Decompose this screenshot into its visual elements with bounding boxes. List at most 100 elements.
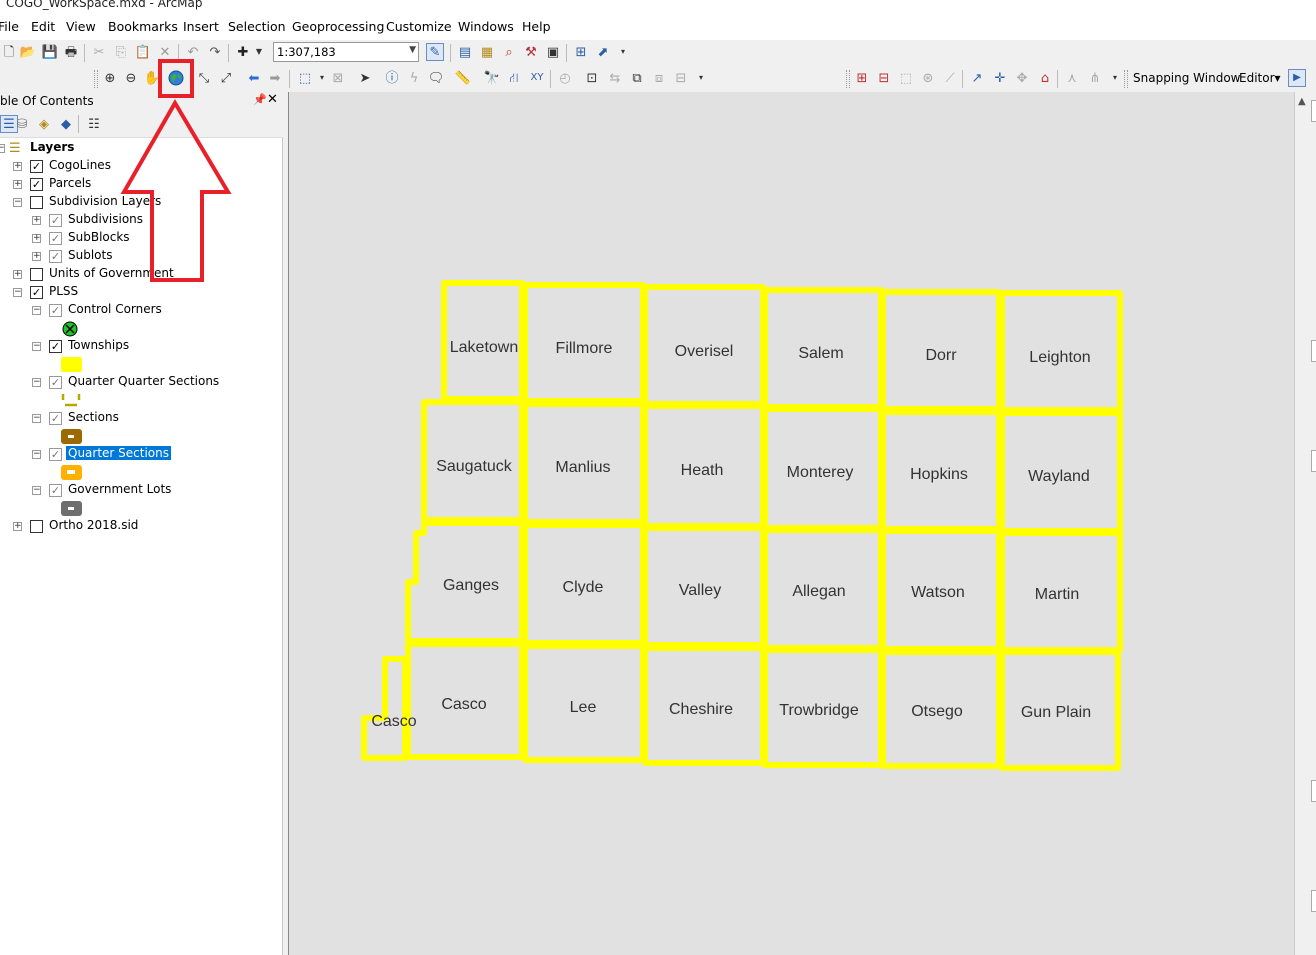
split-into-cogo-icon[interactable]: ⟋ [941,69,959,87]
menu-file[interactable]: File [0,19,19,34]
python-window-icon[interactable]: ▣ [544,43,562,61]
paste-icon[interactable]: 📋 [134,43,152,61]
toc-layer-row[interactable]: + Ortho 2018.sid [0,518,283,536]
edit-annotation-icon[interactable]: ⌂ [1036,69,1054,87]
layer-visibility-checkbox[interactable]: ✓ [49,304,62,317]
whats-this-icon[interactable]: ⬈ [594,43,612,61]
catalog-icon[interactable]: ▦ [478,43,496,61]
back-extent-icon[interactable]: ⬅ [245,69,263,87]
table-of-contents-icon[interactable]: ▤ [456,43,474,61]
select-features-icon[interactable]: ⬚ [296,69,314,87]
cut-icon[interactable]: ✂ [90,43,108,61]
toc-group-row[interactable]: − Subdivision Layers [0,194,283,212]
new-document-icon[interactable]: 🗋 [0,43,18,61]
list-by-selection-icon[interactable]: ◆ [57,115,75,133]
menu-insert[interactable]: Insert [183,19,219,34]
zoom-in-icon[interactable]: ⊕ [101,69,119,87]
select-elements-arrow-icon[interactable]: ➤ [356,69,374,87]
arctoolbox-icon[interactable]: ⚒ [522,43,540,61]
close-icon[interactable]: ✕ [267,92,278,107]
expand-icon[interactable]: + [32,252,41,261]
expand-icon[interactable]: + [13,180,22,189]
toolbar-overflow-icon[interactable]: ▾ [614,43,632,61]
print-icon[interactable]: 🖶 [62,43,80,61]
editor-toolbar-icon[interactable]: ✎ [426,43,444,61]
flicker-icon[interactable]: ⧉ [628,69,646,87]
pin-icon[interactable]: 📌 [253,93,267,106]
curve-calculator-icon[interactable]: ⊛ [919,69,937,87]
toc-layer-row[interactable]: − ✓ Control Corners [0,302,283,320]
township-outline[interactable] [361,656,408,761]
cogo-report-icon[interactable]: ⊞ [853,69,871,87]
go-to-xy-icon[interactable]: XY [528,69,546,87]
toc-layer-row[interactable]: + ✓ CogoLines [0,158,283,176]
toc-layer-row[interactable]: + ✓ Parcels [0,176,283,194]
snapping-window-label[interactable]: Snapping Window [1133,71,1241,85]
toc-layer-row[interactable]: − ✓ Quarter Quarter Sections [0,374,283,392]
expand-icon[interactable]: + [13,162,22,171]
expand-icon[interactable]: + [13,270,22,279]
layer-visibility-checkbox[interactable]: ✓ [30,160,43,173]
menu-bookmarks[interactable]: Bookmarks [108,19,178,34]
dock-tab[interactable] [1311,340,1316,362]
layer-visibility-checkbox[interactable]: ✓ [49,412,62,425]
map-view[interactable]: Laketown Fillmore Overisel Salem Dorr Le… [288,92,1294,955]
toolbar-overflow-icon[interactable]: ▾ [1106,69,1124,87]
traverse-icon[interactable]: ⊟ [875,69,893,87]
toc-layer-row[interactable]: − ✓ Sections [0,410,283,428]
hyperlink-icon[interactable]: ϟ [405,69,423,87]
layer-visibility-checkbox[interactable]: ✓ [49,340,62,353]
layer-visibility-checkbox[interactable]: ✓ [30,286,43,299]
menu-selection[interactable]: Selection [228,19,286,34]
toc-root-layers[interactable]: − ☰ Layers [0,140,283,158]
layer-visibility-checkbox[interactable]: ✓ [49,214,62,227]
layer-visibility-checkbox[interactable]: ✓ [30,178,43,191]
dock-tab[interactable] [1311,780,1316,802]
copy-icon[interactable]: ⎘ [112,43,130,61]
menu-windows[interactable]: Windows [458,19,514,34]
layer-visibility-checkbox[interactable]: ✓ [49,232,62,245]
collapse-icon[interactable]: − [32,306,41,315]
layer-swipe-icon[interactable]: ⇆ [606,69,624,87]
toc-layer-row-selected[interactable]: − ✓ Quarter Sections [0,446,283,464]
menu-view[interactable]: View [66,19,96,34]
pan-hand-icon[interactable]: ✋ [143,69,161,87]
proportion-icon[interactable]: ⋏ [1063,69,1081,87]
measure-icon[interactable]: 📏 [454,69,472,87]
menu-help[interactable]: Help [522,19,551,34]
fixed-zoom-out-icon[interactable]: ⤢ [217,69,235,87]
undo-icon[interactable]: ↶ [184,43,202,61]
collapse-icon[interactable]: − [32,450,41,459]
layer-visibility-checkbox[interactable] [30,268,43,281]
effects-icon[interactable]: ⧈ [650,69,668,87]
construct-2-point-icon[interactable]: ⬚ [897,69,915,87]
menu-edit[interactable]: Edit [31,19,55,34]
township-map[interactable]: Laketown Fillmore Overisel Salem Dorr Le… [289,92,1295,955]
toc-layer-row[interactable]: + ✓ Subdivisions [0,212,283,230]
parallel-icon[interactable]: ⋔ [1086,69,1104,87]
find-route-icon[interactable]: ⛙ [505,69,523,87]
layer-visibility-checkbox[interactable]: ✓ [49,448,62,461]
edit-tool-arrow-icon[interactable]: ▶ [1288,69,1306,87]
dock-tab[interactable] [1311,890,1316,912]
collapse-icon[interactable]: − [0,144,5,153]
layer-visibility-checkbox[interactable] [30,520,43,533]
menu-customize[interactable]: Customize [386,19,452,34]
collapse-icon[interactable]: − [13,198,22,207]
toc-layer-row[interactable]: + ✓ Sublots [0,248,283,266]
north-arrow-icon[interactable]: ↗ [968,69,986,87]
delete-icon[interactable]: ✕ [156,43,174,61]
expand-icon[interactable]: + [32,216,41,225]
editor-menu-button[interactable]: Editor▾ [1239,71,1281,85]
fixed-zoom-in-icon[interactable]: ⤡ [195,69,213,87]
toc-layer-row[interactable]: − ✓ Townships [0,338,283,356]
options-icon[interactable]: ☷ [85,115,103,133]
zoom-out-icon[interactable]: ⊖ [122,69,140,87]
full-extent-globe-icon[interactable] [167,69,185,87]
layer-visibility-checkbox[interactable]: ✓ [49,376,62,389]
forward-extent-icon[interactable]: ➡ [266,69,284,87]
map-scale-select[interactable]: 1:307,183 ▼ [273,42,419,62]
clear-selection-icon[interactable]: ⊠ [329,69,347,87]
dock-tab[interactable] [1311,100,1316,122]
transparency-icon[interactable]: ⊟ [672,69,690,87]
